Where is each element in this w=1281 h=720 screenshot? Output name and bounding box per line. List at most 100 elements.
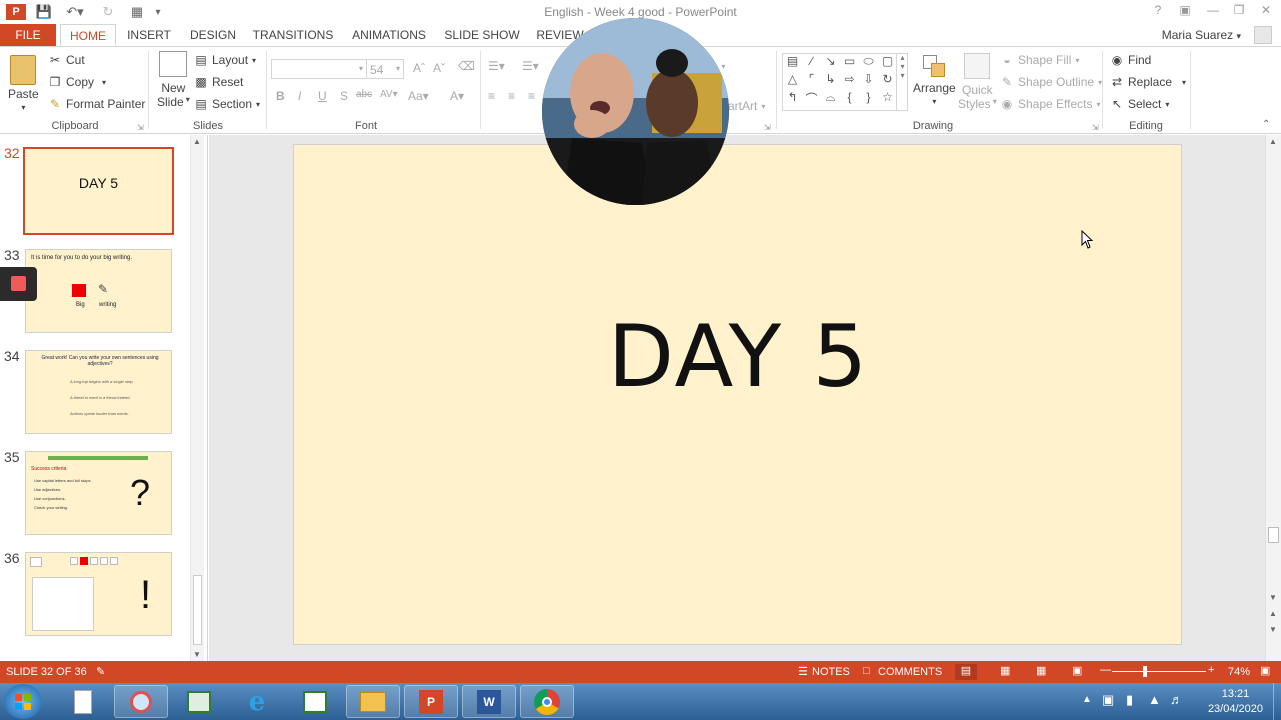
help-icon[interactable]: ?	[1148, 3, 1168, 19]
tab-home[interactable]: HOME	[60, 24, 116, 46]
normal-view-icon[interactable]: ▤	[955, 664, 977, 680]
system-clock[interactable]: 13:21 23/04/2020	[1208, 687, 1263, 717]
smartart-partial[interactable]: artArt ▾	[728, 99, 765, 113]
change-case-icon[interactable]: Aa▾	[408, 89, 429, 103]
strikethrough-icon[interactable]: abc	[356, 89, 372, 100]
taskbar-chrome-icon[interactable]	[520, 685, 574, 718]
spell-check-icon[interactable]: ✎	[96, 665, 105, 678]
reading-view-icon[interactable]: ▦	[1036, 664, 1046, 677]
text-box-icon[interactable]: ▤	[783, 54, 802, 72]
taskbar-file-explorer-icon[interactable]	[346, 685, 400, 718]
font-color-icon[interactable]: A▾	[450, 89, 464, 103]
curve-shape-icon[interactable]: ⌒	[802, 90, 821, 108]
shapes-gallery-more-icon[interactable]: ▴ ▾ ▾	[896, 53, 908, 111]
elbow-connector-icon[interactable]: ⌜	[802, 72, 821, 90]
section-button[interactable]: ▤ Section ▾	[194, 97, 260, 111]
copy-button[interactable]: ❐ Copy ▾	[48, 75, 106, 89]
record-button[interactable]	[0, 267, 37, 301]
collapse-ribbon-icon[interactable]: ⌃	[1262, 119, 1270, 130]
comments-icon[interactable]: □	[863, 665, 870, 677]
elbow-arrow-icon[interactable]: ↳	[821, 72, 840, 90]
shrink-font-icon[interactable]: Aˇ	[433, 61, 445, 75]
tab-file[interactable]: FILE	[0, 24, 56, 46]
bent-arrow-icon[interactable]: ↰	[783, 90, 802, 108]
arrange-button[interactable]: Arrange ▾	[913, 53, 956, 106]
slide-thumbnail-35[interactable]: Success criteria Use capital letters and…	[25, 451, 172, 535]
character-spacing-icon[interactable]: AV▾	[380, 89, 398, 100]
taskbar-powerpoint-icon[interactable]: P	[404, 685, 458, 718]
slide-thumbnail-36[interactable]: !	[25, 552, 172, 636]
new-slide-button[interactable]: New Slide ▾	[157, 51, 190, 109]
slide-thumbnail-33[interactable]: It is time for you to do your big writin…	[25, 249, 172, 333]
notes-icon[interactable]: ☰	[798, 665, 808, 678]
select-button[interactable]: ↖ Select ▾	[1110, 97, 1169, 111]
scroll-up-icon[interactable]: ▲	[193, 137, 201, 146]
line-shape-icon[interactable]: ∕	[802, 54, 821, 72]
shapes-gallery[interactable]: ▤ ∕ ↘ ▭ ⬭ ▢ △ ⌜ ↳ ⇨ ⇩ ↻ ↰ ⌒ ⌓{} ☆	[782, 53, 908, 111]
fit-to-window-icon[interactable]: ▣	[1260, 664, 1270, 677]
zoom-in-icon[interactable]: +	[1208, 664, 1214, 676]
notes-button[interactable]: NOTES	[812, 666, 850, 678]
taskbar-snipping-tool-icon[interactable]	[114, 685, 168, 718]
slide-thumbnail-34[interactable]: Great work! Can you write your own sente…	[25, 350, 172, 434]
battery-icon[interactable]: ▮	[1126, 692, 1133, 708]
scrollbar-thumb[interactable]	[193, 575, 202, 645]
tab-design[interactable]: DESIGN	[186, 24, 240, 46]
taskbar-word-icon[interactable]: W	[462, 685, 516, 718]
next-slide-icon[interactable]: ▼	[1269, 625, 1277, 634]
layout-button[interactable]: ▤ Layout ▾	[194, 53, 256, 67]
slide-show-view-icon[interactable]: ▣	[1072, 664, 1082, 677]
dialog-launcher-icon[interactable]: ⇲	[764, 123, 771, 132]
maximize-button[interactable]: ❐	[1229, 3, 1249, 19]
user-account[interactable]: Maria Suarez ▾	[1162, 28, 1241, 42]
ribbon-display-options-icon[interactable]: ▣	[1175, 3, 1195, 19]
shape-outline-button[interactable]: ✎ Shape Outline ▾	[1000, 75, 1102, 89]
show-desktop-button[interactable]	[1273, 683, 1281, 720]
slide-sorter-icon[interactable]: ▦	[1000, 664, 1010, 677]
thumbnail-scrollbar[interactable]: ▲ ▼	[190, 135, 204, 661]
right-brace-icon[interactable]: }	[859, 90, 878, 108]
cut-button[interactable]: ✂ Cut	[48, 53, 85, 67]
paste-button[interactable]: Paste ▾	[8, 55, 39, 112]
taskbar-presentation-icon[interactable]	[172, 685, 226, 718]
shape-fill-button[interactable]: ◒ Shape Fill ▾	[1000, 53, 1079, 67]
zoom-out-icon[interactable]: —	[1100, 664, 1111, 676]
dialog-launcher-icon[interactable]: ⇲	[1092, 123, 1099, 132]
zoom-level[interactable]: 74%	[1228, 666, 1250, 678]
reset-button[interactable]: ▩ Reset	[194, 75, 243, 89]
left-brace-icon[interactable]: {	[840, 90, 859, 108]
slide-scrollbar[interactable]: ▲ ▼ ▲ ▼	[1265, 135, 1281, 661]
start-button[interactable]	[4, 684, 42, 719]
grow-font-icon[interactable]: Aˆ	[413, 61, 425, 75]
align-left-icon[interactable]: ≡	[488, 89, 495, 103]
find-button[interactable]: ◉ Find	[1110, 53, 1152, 67]
rounded-rect-icon[interactable]: ▢	[878, 54, 897, 72]
scroll-down-icon[interactable]: ▼	[193, 650, 201, 659]
tab-slide-show[interactable]: SLIDE SHOW	[444, 24, 520, 46]
taskbar-internet-explorer-icon[interactable]: e	[230, 685, 284, 718]
italic-icon[interactable]: I	[298, 89, 301, 103]
text-shadow-icon[interactable]: S	[340, 89, 348, 103]
bullets-icon[interactable]: ☰▾	[488, 59, 505, 73]
tab-insert[interactable]: INSERT	[122, 24, 176, 46]
previous-slide-icon[interactable]: ▲	[1269, 609, 1277, 618]
format-painter-button[interactable]: ✎ Format Painter	[48, 97, 145, 111]
down-arrow-icon[interactable]: ⇩	[859, 72, 878, 90]
quick-styles-button[interactable]: Quick Styles ▾	[958, 53, 997, 111]
font-size-select[interactable]: 54 ▾	[366, 59, 404, 79]
comments-button[interactable]: COMMENTS	[878, 666, 942, 678]
font-family-select[interactable]: ▾	[271, 59, 367, 79]
numbering-icon[interactable]: ☰▾	[522, 59, 539, 73]
arc-shape-icon[interactable]: ⌓	[821, 90, 840, 108]
minimize-button[interactable]: —	[1203, 3, 1223, 19]
tab-transitions[interactable]: TRANSITIONS	[252, 24, 334, 46]
align-center-icon[interactable]: ≡	[508, 89, 515, 103]
star-shape-icon[interactable]: ☆	[878, 90, 897, 108]
slide-thumbnail-32[interactable]: DAY 5	[23, 147, 174, 235]
rectangle-shape-icon[interactable]: ▭	[840, 54, 859, 72]
zoom-slider-handle[interactable]	[1143, 666, 1147, 677]
oval-shape-icon[interactable]: ⬭	[859, 54, 878, 72]
tab-animations[interactable]: ANIMATIONS	[348, 24, 430, 46]
shape-effects-button[interactable]: ◉ Shape Effects ▾	[1000, 97, 1101, 111]
volume-icon[interactable]: ♬	[1170, 692, 1183, 707]
